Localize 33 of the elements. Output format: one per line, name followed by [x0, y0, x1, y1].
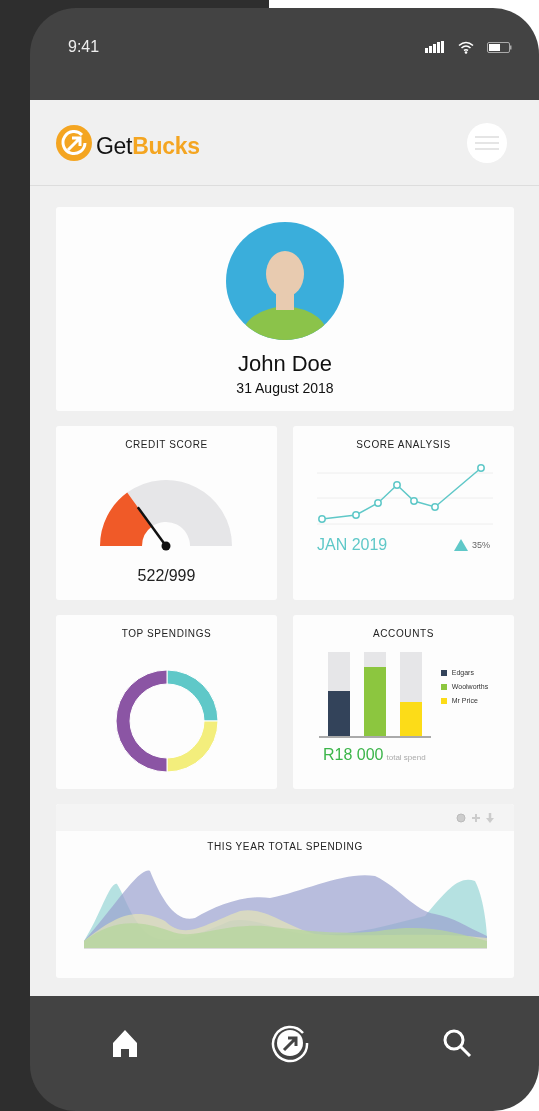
home-icon[interactable]	[112, 1028, 138, 1057]
signal-icon	[425, 41, 445, 53]
card-title: ACCOUNTS	[373, 628, 434, 639]
search-icon[interactable]	[442, 1027, 472, 1058]
card-title: CREDIT SCORE	[125, 439, 208, 450]
analysis-period: JAN 2019	[317, 536, 388, 554]
total-label: total spend	[386, 753, 426, 762]
wifi-icon	[458, 40, 474, 54]
data-point	[392, 481, 401, 489]
data-point	[476, 464, 485, 472]
triangle-icon	[454, 539, 468, 551]
circle-icon[interactable]	[456, 812, 466, 823]
down-arrow-icon[interactable]	[486, 812, 494, 823]
profile-date: 31 August 2018	[236, 380, 334, 396]
credit-score-value: 522/999	[137, 567, 196, 585]
plus-icon[interactable]	[471, 812, 481, 823]
profile-name: John Doe	[237, 351, 333, 377]
total-amount: R18 000	[323, 746, 384, 764]
logo-text: GetBucks	[96, 133, 200, 160]
data-point	[317, 515, 326, 523]
data-point	[373, 499, 382, 507]
card-title: TOP SPENDINGS	[121, 628, 212, 639]
battery-icon	[487, 41, 512, 53]
logo-icon	[56, 124, 92, 161]
card-title: SCORE ANALYSIS	[356, 439, 451, 450]
menu-button[interactable]	[467, 122, 507, 163]
change-percent: 35%	[472, 540, 490, 550]
menu-icon	[475, 135, 499, 150]
status-time: 9:41	[68, 38, 100, 56]
card-title: THIS YEAR TOTAL SPENDING	[207, 841, 363, 852]
data-point	[409, 497, 418, 505]
data-point	[430, 503, 439, 511]
data-point	[351, 511, 360, 519]
